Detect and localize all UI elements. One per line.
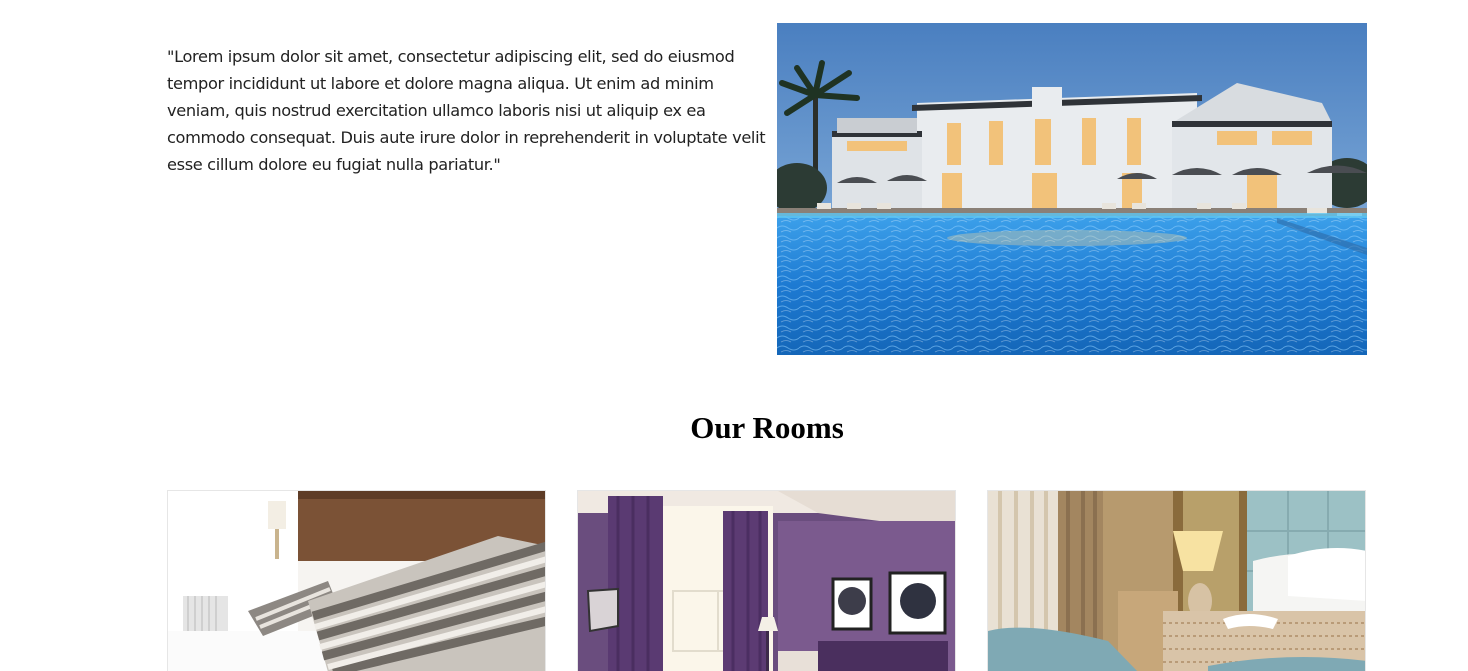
room-photo-purple-interior bbox=[578, 491, 955, 671]
our-rooms-heading: Our Rooms bbox=[690, 410, 844, 445]
room-photo-striped-pillows bbox=[168, 491, 545, 671]
room-card-2[interactable] bbox=[577, 490, 956, 671]
hotel-pool-photo bbox=[777, 23, 1367, 355]
room-card-1[interactable] bbox=[167, 490, 546, 671]
room-card-3[interactable] bbox=[987, 490, 1366, 671]
room-photo-teal-headboard bbox=[988, 491, 1365, 671]
about-text: "Lorem ipsum dolor sit amet, consectetur… bbox=[167, 47, 766, 174]
